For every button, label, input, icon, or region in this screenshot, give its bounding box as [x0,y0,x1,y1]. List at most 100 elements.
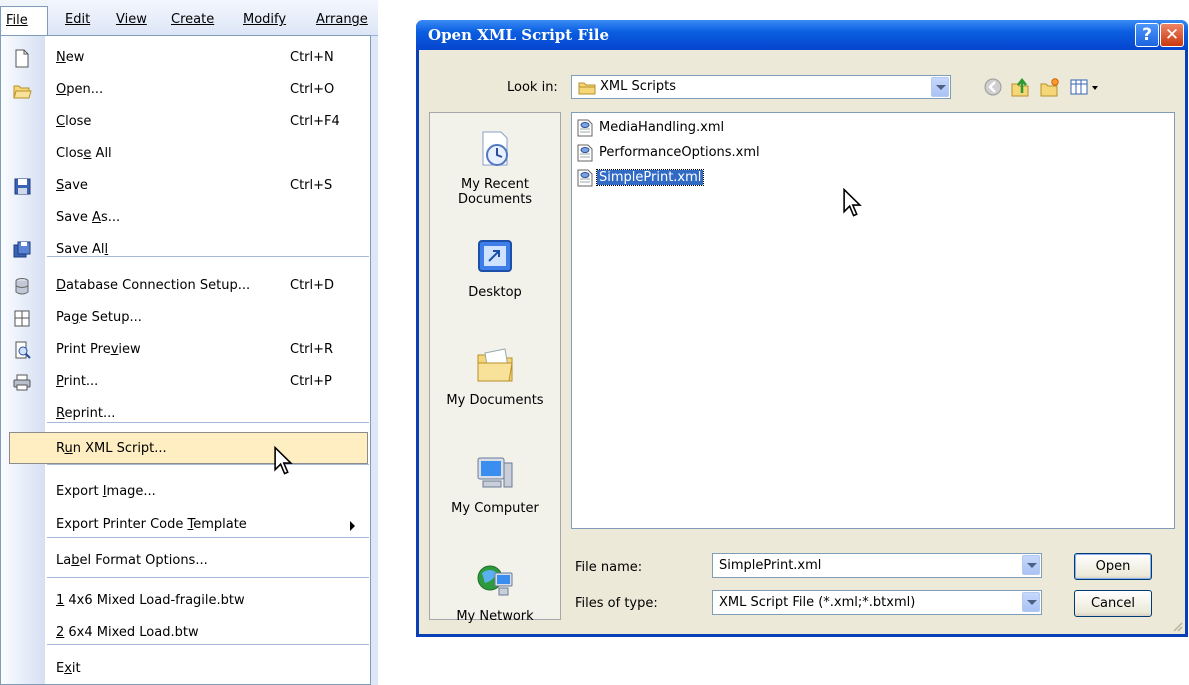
menu-item-label: Close [56,114,92,129]
file-name-field[interactable]: SimplePrint.xml [712,553,1042,578]
resize-grip-icon[interactable] [1171,620,1183,632]
open-file-dialog: Open XML Script File ? ✕ Look in: XML Sc… [416,20,1188,637]
menu-item-label: Label Format Options... [56,553,208,568]
menu-item[interactable]: Print Preview Ctrl+R [2,334,369,366]
menu-modify[interactable]: Modify [243,12,286,27]
menu-item-label: Save [56,178,88,193]
place-my-documents[interactable]: My Documents [430,345,560,408]
xml-file-icon [577,144,593,162]
menu-separator [47,644,369,645]
menu-create[interactable]: Create [171,12,214,27]
menu-item-shortcut: Ctrl+P [290,374,332,389]
files-of-type-dropdown[interactable]: XML Script File (*.xml;*.btxml) [712,590,1042,615]
place-my-network[interactable]: My Network [430,561,560,624]
menu-edit[interactable]: Edit [65,12,90,27]
menu-item-shortcut: Ctrl+S [290,178,333,193]
look-in-dropdown[interactable]: XML Scripts [571,75,951,99]
submenu-arrow-icon [350,521,355,531]
open-button[interactable]: Open [1074,553,1152,580]
help-button[interactable]: ? [1135,23,1159,47]
file-list[interactable]: MediaHandling.xml PerformanceOptions.xml S… [571,112,1175,529]
page-setup-icon [14,310,30,327]
menu-separator [47,537,369,538]
menu-item[interactable]: Save Ctrl+S [2,170,369,202]
menu-item[interactable]: Reprint... [2,398,369,430]
menu-item-label: Page Setup... [56,310,142,325]
menu-item[interactable]: Run XML Script... [9,432,368,464]
menu-item[interactable]: Save As... [2,202,369,234]
mouse-cursor-icon [843,188,862,217]
menu-arrange[interactable]: Arrange [316,12,368,27]
menu-item[interactable]: Page Setup... [2,302,369,334]
new-folder-icon[interactable] [1039,76,1061,98]
new-document-icon [15,49,29,68]
menu-item-shortcut: Ctrl+D [290,278,335,293]
file-name-label: File name: [575,560,643,575]
menu-file[interactable]: File [0,6,48,36]
menu-item[interactable]: Save All [2,234,369,266]
background-window-strip [371,36,378,685]
cancel-button[interactable]: Cancel [1074,590,1152,617]
menu-item-label: Database Connection Setup... [56,278,251,293]
my-network-icon [477,565,513,596]
chevron-down-icon[interactable] [1022,555,1040,575]
menu-item-label: Print Preview [56,342,141,357]
menu-item-label: Save As... [56,210,121,225]
database-icon [15,278,29,295]
menu-edit-label: Edit [65,12,91,27]
save-all-icon [13,241,31,258]
menu-item[interactable]: Print... Ctrl+P [2,366,369,398]
file-dropdown-menu: New Ctrl+N Open... Ctrl+O Close Ctrl+F4 Close … [0,35,371,685]
menu-item[interactable]: Exit [2,653,369,685]
chevron-down-icon[interactable] [931,77,949,97]
menu-item-label: 1 4x6 Mixed Load-fragile.btw [56,593,245,608]
menu-item[interactable]: Open... Ctrl+O [2,74,369,106]
menu-item-label: 2 6x4 Mixed Load.btw [56,625,199,640]
place-label: My Recent [461,177,529,192]
dialog-title-bar[interactable]: Open XML Script File ? ✕ [416,20,1188,50]
menu-item[interactable]: Close All [2,138,369,170]
up-folder-icon[interactable] [1009,76,1031,98]
xml-file-icon [577,119,593,137]
dialog-title: Open XML Script File [428,26,610,44]
menu-view[interactable]: View [116,12,147,27]
look-in-value: XML Scripts [600,79,676,94]
place-label: Desktop [468,285,522,300]
xml-file-icon [577,169,593,187]
open-folder-icon [13,85,32,99]
file-menu-area: File Edit View Create Modify Arrange New… [0,0,378,685]
menu-item[interactable]: Export Image... [2,476,369,508]
view-menu-icon[interactable] [1069,76,1103,98]
file-name: MediaHandling.xml [599,120,725,135]
menu-item[interactable]: New Ctrl+N [2,42,369,74]
files-of-type-value: XML Script File (*.xml;*.btxml) [719,595,916,610]
menu-bar: File Edit View Create Modify Arrange [0,0,378,36]
menu-item-label: Save All [56,242,109,257]
menu-item[interactable]: 1 4x6 Mixed Load-fragile.btw [2,585,369,617]
menu-item-label: Export Image... [56,484,156,499]
menu-item[interactable]: Close Ctrl+F4 [2,106,369,138]
menu-item-shortcut: Ctrl+F4 [290,114,340,129]
close-button[interactable]: ✕ [1160,23,1184,47]
menu-separator [47,577,369,578]
look-in-label: Look in: [507,80,558,95]
folder-icon [578,82,596,95]
menu-separator [47,256,369,257]
print-preview-icon [15,341,31,359]
files-of-type-label: Files of type: [575,596,658,611]
menu-item-label: Export Printer Code Template [56,517,247,532]
back-icon[interactable] [982,76,1004,98]
place-my-computer[interactable]: My Computer [430,453,560,516]
chevron-down-icon[interactable] [1022,592,1040,612]
place-desktop[interactable]: Desktop [430,237,560,300]
menu-item-label: Exit [56,661,81,676]
menu-item[interactable]: Label Format Options... [2,545,369,577]
file-name-value: SimplePrint.xml [719,558,822,573]
place-my-recent-documents[interactable]: My Recent Documents [430,129,560,207]
place-label-line2: Documents [457,192,533,207]
menu-create-label: Create [171,12,215,27]
menu-item[interactable]: Database Connection Setup... Ctrl+D [2,270,369,302]
menu-separator [47,464,369,465]
file-name: SimplePrint.xml [595,169,705,186]
menu-item-label: Open... [56,82,104,97]
